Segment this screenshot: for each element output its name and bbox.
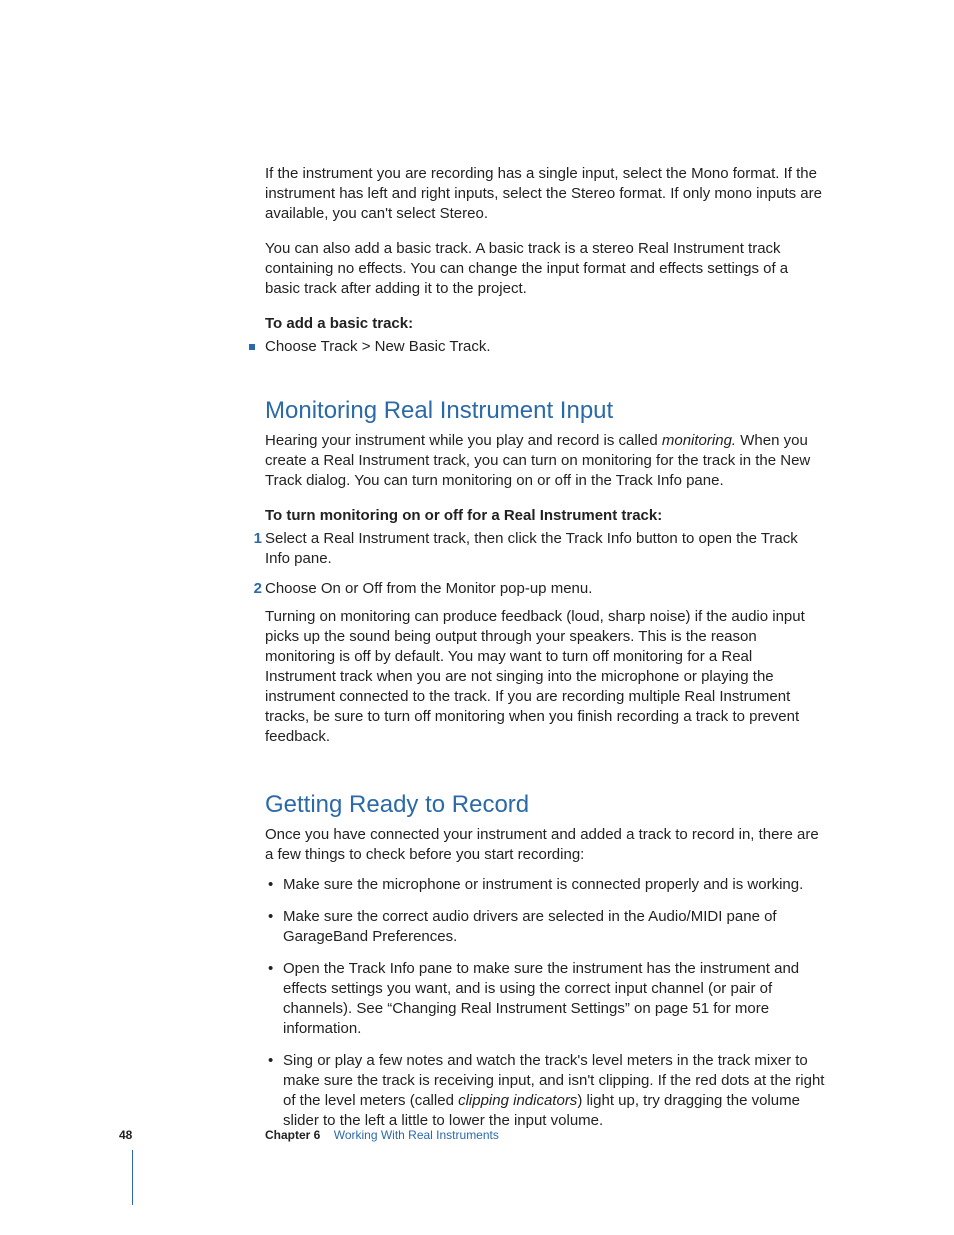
- italic-term: monitoring.: [662, 432, 736, 449]
- paragraph: Hearing your instrument while you play a…: [265, 431, 825, 491]
- page-footer: 48 Chapter 6 Working With Real Instrumen…: [0, 1128, 954, 1178]
- list-item: Make sure the microphone or instrument i…: [265, 875, 825, 895]
- italic-term: clipping indicators: [458, 1092, 577, 1109]
- text-run: Choose On or Off from the Monitor pop-up…: [265, 580, 592, 597]
- task-lead: To add a basic track:: [265, 314, 825, 334]
- task-lead: To turn monitoring on or off for a Real …: [265, 506, 825, 526]
- chapter-title: Working With Real Instruments: [334, 1128, 499, 1142]
- paragraph: If the instrument you are recording has …: [265, 164, 825, 224]
- document-page: If the instrument you are recording has …: [0, 0, 954, 1235]
- list-item: Choose On or Off from the Monitor pop-up…: [265, 579, 825, 747]
- list-item: Make sure the correct audio drivers are …: [265, 907, 825, 947]
- section-heading-getting-ready: Getting Ready to Record: [265, 791, 825, 819]
- page-number: 48: [119, 1128, 132, 1142]
- disc-bullet-list: Make sure the microphone or instrument i…: [265, 875, 825, 1131]
- footer-rule: [132, 1150, 133, 1205]
- chapter-label: Chapter 6 Working With Real Instruments: [265, 1128, 499, 1142]
- list-item: Choose Track > New Basic Track.: [265, 337, 825, 357]
- chapter-number: Chapter 6: [265, 1128, 320, 1142]
- list-item: Sing or play a few notes and watch the t…: [265, 1051, 825, 1131]
- paragraph: You can also add a basic track. A basic …: [265, 239, 825, 299]
- list-item: Select a Real Instrument track, then cli…: [265, 529, 825, 569]
- list-item: Open the Track Info pane to make sure th…: [265, 959, 825, 1039]
- paragraph: Once you have connected your instrument …: [265, 825, 825, 865]
- section-heading-monitoring: Monitoring Real Instrument Input: [265, 397, 825, 425]
- content-column: If the instrument you are recording has …: [265, 164, 825, 1143]
- square-bullet-list: Choose Track > New Basic Track.: [265, 337, 825, 357]
- numbered-list: Select a Real Instrument track, then cli…: [265, 529, 825, 747]
- paragraph: Turning on monitoring can produce feedba…: [265, 607, 825, 747]
- text-run: Hearing your instrument while you play a…: [265, 432, 662, 449]
